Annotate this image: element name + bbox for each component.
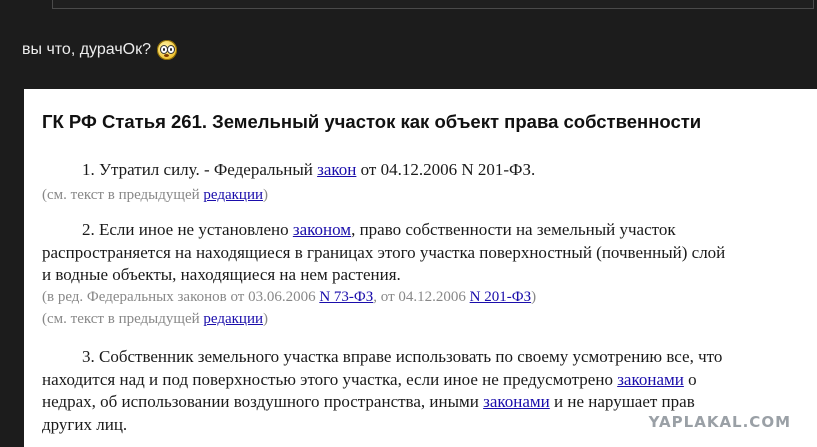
post-text: вы что, дурачОк? bbox=[22, 40, 177, 60]
paragraph-2: 2. Если иное не установлено законом, пра… bbox=[42, 220, 726, 284]
edition-link[interactable]: редакции bbox=[203, 187, 263, 203]
laws-link[interactable]: законами bbox=[483, 392, 550, 411]
document-image: ГК РФ Статья 261. Земельный участок как … bbox=[24, 89, 817, 447]
note-3: (см. текст в предыдущей редакции) bbox=[42, 311, 269, 327]
surprised-smiley-icon bbox=[157, 40, 177, 60]
document-title: ГК РФ Статья 261. Земельный участок как … bbox=[42, 111, 702, 132]
laws-link[interactable]: законами bbox=[617, 370, 684, 389]
site-watermark: YAPLAKAL.COM bbox=[648, 413, 791, 431]
paragraph-1: 1. Утратил силу. - Федеральный закон от … bbox=[82, 160, 536, 179]
note-2: (в ред. Федеральных законов от 03.06.200… bbox=[42, 289, 537, 305]
post-message: вы что, дурачОк? bbox=[22, 41, 151, 58]
law-73-link[interactable]: N 73-ФЗ bbox=[319, 289, 373, 305]
quote-box bbox=[52, 0, 814, 9]
edition-link[interactable]: редакции bbox=[203, 311, 263, 327]
note-1: (см. текст в предыдущей редакции) bbox=[42, 187, 269, 203]
law-201-link[interactable]: N 201-ФЗ bbox=[470, 289, 531, 305]
law-link[interactable]: закон bbox=[317, 160, 356, 179]
law-link[interactable]: законом bbox=[293, 220, 351, 239]
